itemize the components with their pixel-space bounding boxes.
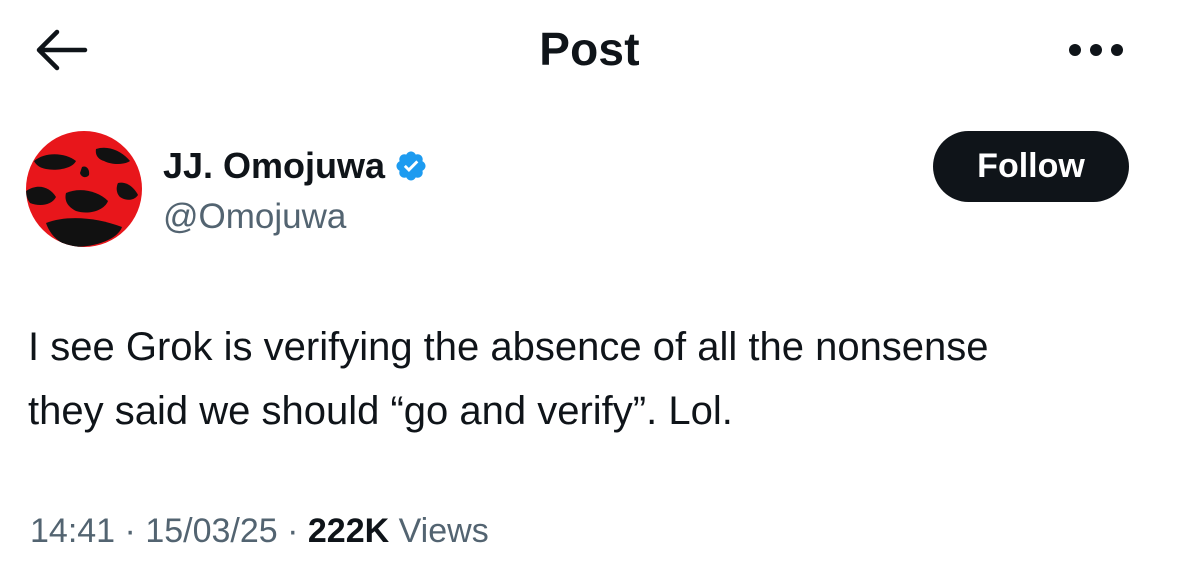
views-label: Views xyxy=(389,512,489,550)
post-metadata: 14:41 · 15/03/25 · 222K Views xyxy=(30,512,489,551)
avatar[interactable] xyxy=(26,131,142,247)
page-title: Post xyxy=(539,23,640,75)
post-text-line: they said we should “go and verify”. Lol… xyxy=(28,389,733,433)
more-horizontal-icon xyxy=(1069,44,1123,56)
separator-dot: · xyxy=(277,512,308,550)
user-handle[interactable]: @Omojuwa xyxy=(163,197,346,237)
more-options-button[interactable] xyxy=(1056,25,1136,75)
avatar-image xyxy=(26,131,142,247)
post-time[interactable]: 14:41 xyxy=(30,512,115,550)
post-text: I see Grok is verifying the absence of a… xyxy=(28,315,1148,443)
display-name[interactable]: JJ. Omojuwa xyxy=(163,145,385,187)
post-date[interactable]: 15/03/25 xyxy=(145,512,277,550)
views-count: 222K xyxy=(307,512,390,550)
separator-dot: · xyxy=(115,512,146,550)
top-bar: Post xyxy=(0,0,1179,100)
post-author: JJ. Omojuwa @Omojuwa Follow xyxy=(26,131,1136,251)
verified-badge-icon[interactable] xyxy=(394,149,428,183)
post-text-line: I see Grok is verifying the absence of a… xyxy=(28,325,989,369)
name-row: JJ. Omojuwa xyxy=(163,145,428,187)
follow-button[interactable]: Follow xyxy=(933,131,1129,202)
